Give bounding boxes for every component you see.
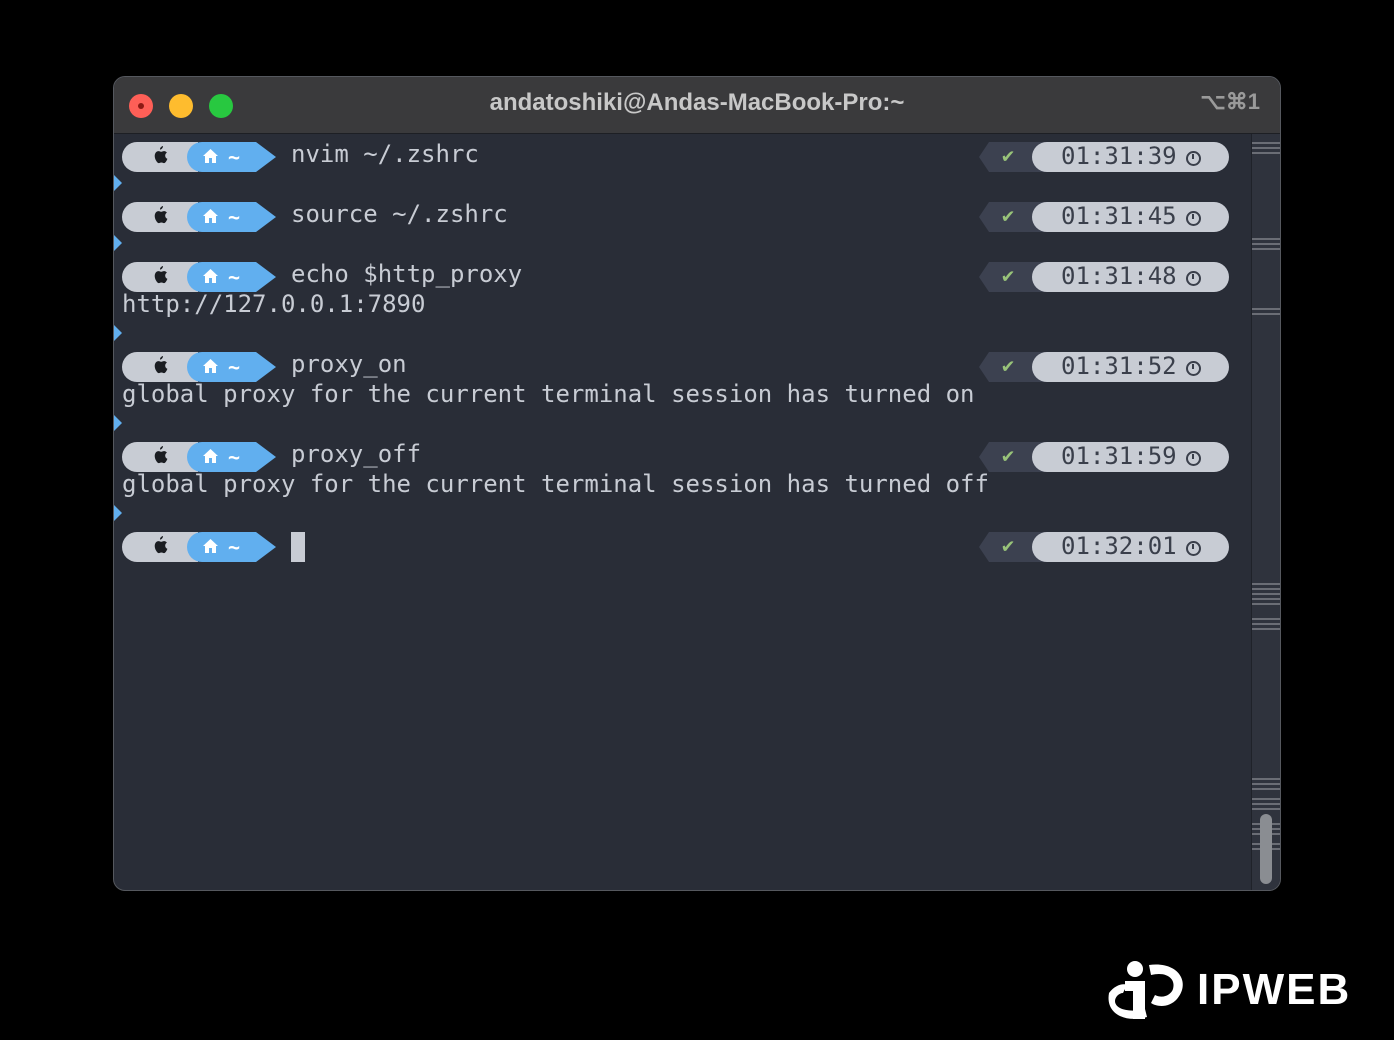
command-output: global proxy for the current terminal se…: [122, 380, 975, 408]
clock-icon: [1186, 271, 1201, 286]
ipweb-logo-mark-icon: [1108, 961, 1183, 1019]
prompt-separator-marker: [114, 175, 122, 191]
timestamp: 01:32:01: [1061, 532, 1177, 560]
directory-label: ~: [228, 265, 241, 289]
window-shortcut: ⌥⌘1: [1200, 89, 1260, 114]
prompt-line: ~ nvim ~/.zshrc ✔ 01:31:39: [114, 138, 1280, 172]
title-bar[interactable]: andatoshiki@Andas-MacBook-Pro:~ ⌥⌘1: [114, 77, 1280, 134]
timestamp: 01:31:45: [1061, 202, 1177, 230]
prompt-line: ~ proxy_off ✔ 01:31:59: [114, 438, 1280, 472]
scrollbar-thumb[interactable]: [1260, 814, 1272, 884]
command-text[interactable]: source ~/.zshrc: [291, 200, 508, 228]
directory-segment: ~: [187, 202, 256, 232]
directory-segment-arrow: [256, 262, 276, 292]
timestamp: 01:31:52: [1061, 352, 1177, 380]
checkmark-icon: ✔: [1002, 263, 1015, 287]
home-icon: [203, 269, 218, 283]
checkmark-icon: ✔: [1002, 443, 1015, 467]
apple-icon: [154, 206, 168, 224]
time-segment: 01:31:39: [1032, 142, 1229, 172]
clock-icon: [1186, 541, 1201, 556]
status-segment-arrow: [979, 142, 989, 172]
apple-icon: [154, 536, 168, 554]
checkmark-icon: ✔: [1002, 143, 1015, 167]
prompt-separator-marker: [114, 235, 122, 251]
time-segment: 01:31:52: [1032, 352, 1229, 382]
checkmark-icon: ✔: [1002, 533, 1015, 557]
status-segment-arrow: [979, 442, 989, 472]
directory-segment-arrow: [256, 532, 276, 562]
command-text[interactable]: nvim ~/.zshrc: [291, 140, 479, 168]
command-text[interactable]: proxy_off: [291, 440, 421, 468]
directory-segment: ~: [187, 352, 256, 382]
directory-label: ~: [228, 145, 241, 169]
prompt-separator-marker: [114, 325, 122, 341]
directory-label: ~: [228, 205, 241, 229]
directory-label: ~: [228, 445, 241, 469]
directory-segment-arrow: [256, 142, 276, 172]
home-icon: [203, 209, 218, 223]
command-text[interactable]: proxy_on: [291, 350, 407, 378]
clock-icon: [1186, 211, 1201, 226]
apple-icon: [154, 446, 168, 464]
time-segment: 01:31:48: [1032, 262, 1229, 292]
timestamp: 01:31:48: [1061, 262, 1177, 290]
directory-label: ~: [228, 355, 241, 379]
directory-segment: ~: [187, 442, 256, 472]
home-icon: [203, 149, 218, 163]
clock-icon: [1186, 151, 1201, 166]
timestamp: 01:31:39: [1061, 142, 1177, 170]
apple-icon: [154, 356, 168, 374]
window-title: andatoshiki@Andas-MacBook-Pro:~: [489, 89, 905, 116]
text-cursor[interactable]: [291, 532, 305, 562]
directory-segment: ~: [187, 142, 256, 172]
status-segment-arrow: [979, 262, 989, 292]
prompt-line: ~ ✔ 01:32:01: [114, 528, 1280, 562]
command-output: global proxy for the current terminal se…: [122, 470, 989, 498]
checkmark-icon: ✔: [1002, 353, 1015, 377]
scrollbar[interactable]: [1251, 134, 1280, 890]
home-icon: [203, 449, 218, 463]
status-segment-arrow: [979, 202, 989, 232]
command-text[interactable]: echo $http_proxy: [291, 260, 522, 288]
clock-icon: [1186, 451, 1201, 466]
timestamp: 01:31:59: [1061, 442, 1177, 470]
directory-segment-arrow: [256, 442, 276, 472]
home-icon: [203, 359, 218, 373]
directory-segment: ~: [187, 262, 256, 292]
clock-icon: [1186, 361, 1201, 376]
time-segment: 01:31:59: [1032, 442, 1229, 472]
ipweb-logo: IPWEB: [1105, 955, 1380, 1025]
home-icon: [203, 539, 218, 553]
prompt-line: ~ source ~/.zshrc ✔ 01:31:45: [114, 198, 1280, 232]
prompt-separator-marker: [114, 415, 122, 431]
directory-segment: ~: [187, 532, 256, 562]
time-segment: 01:32:01: [1032, 532, 1229, 562]
apple-icon: [154, 266, 168, 284]
status-segment-arrow: [979, 352, 989, 382]
status-segment-arrow: [979, 532, 989, 562]
checkmark-icon: ✔: [1002, 203, 1015, 227]
prompt-line: ~ echo $http_proxy ✔ 01:31:48: [114, 258, 1280, 292]
apple-icon: [154, 146, 168, 164]
directory-segment-arrow: [256, 202, 276, 232]
prompt-separator-marker: [114, 505, 122, 521]
terminal-content[interactable]: ~ nvim ~/.zshrc ✔ 01:31:39 ~ source ~/.zshrc ✔…: [114, 134, 1280, 890]
directory-label: ~: [228, 535, 241, 559]
prompt-line: ~ proxy_on ✔ 01:31:52: [114, 348, 1280, 382]
directory-segment-arrow: [256, 352, 276, 382]
ipweb-logo-text: IPWEB: [1197, 965, 1352, 1014]
terminal-window: andatoshiki@Andas-MacBook-Pro:~ ⌥⌘1 ~ nvi…: [113, 76, 1281, 891]
time-segment: 01:31:45: [1032, 202, 1229, 232]
command-output: http://127.0.0.1:7890: [122, 290, 426, 318]
